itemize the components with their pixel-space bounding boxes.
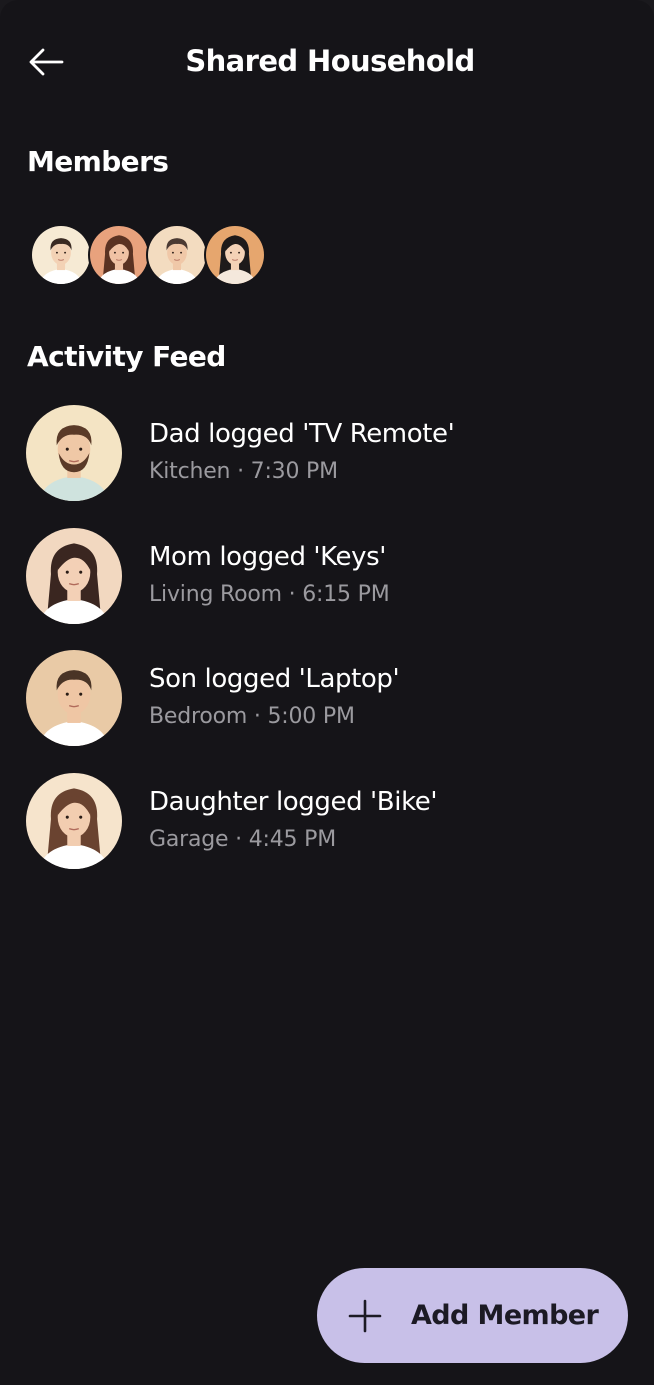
feed-item[interactable]: Mom logged 'Keys' Living Room · 6:15 PM — [26, 527, 626, 624]
members-avatars — [30, 224, 266, 288]
avatar — [26, 405, 122, 501]
header: Shared Household — [0, 0, 654, 130]
feed-item-subtitle: Kitchen · 7:30 PM — [149, 459, 338, 484]
member-avatar-4[interactable] — [204, 224, 266, 286]
member-avatar-2[interactable] — [88, 224, 150, 286]
activity-feed: Dad logged 'TV Remote' Kitchen · 7:30 PM M… — [26, 405, 626, 896]
feed-item-title: Son logged 'Laptop' — [149, 664, 400, 695]
app-screen: Shared Household Members Activity Feed D… — [0, 0, 654, 1385]
feed-item[interactable]: Son logged 'Laptop' Bedroom · 5:00 PM — [26, 650, 626, 747]
feed-item-title: Dad logged 'TV Remote' — [149, 419, 455, 449]
feed-item-subtitle: Bedroom · 5:00 PM — [149, 704, 355, 730]
add-member-button[interactable]: Add Member — [317, 1268, 628, 1363]
page-title: Shared Household — [185, 44, 475, 78]
feed-item-text: Dad logged 'TV Remote' Kitchen · 7:30 PM — [149, 419, 455, 484]
feed-item-text: Daughter logged 'Bike' Garage · 4:45 PM — [149, 787, 438, 853]
members-heading: Members — [27, 145, 169, 178]
avatar — [26, 650, 122, 747]
feed-item-subtitle: Garage · 4:45 PM — [149, 827, 336, 853]
member-avatar-1[interactable] — [30, 224, 92, 286]
feed-item[interactable]: Dad logged 'TV Remote' Kitchen · 7:30 PM — [26, 405, 626, 501]
feed-item-title: Mom logged 'Keys' — [149, 541, 387, 572]
feed-item[interactable]: Daughter logged 'Bike' Garage · 4:45 PM — [26, 773, 626, 870]
avatar — [26, 773, 122, 870]
add-member-label: Add Member — [411, 1300, 599, 1331]
feed-item-title: Daughter logged 'Bike' — [149, 787, 438, 818]
feed-item-subtitle: Living Room · 6:15 PM — [149, 581, 390, 607]
feed-item-text: Mom logged 'Keys' Living Room · 6:15 PM — [149, 541, 390, 607]
member-avatar-3[interactable] — [146, 224, 208, 286]
feed-item-text: Son logged 'Laptop' Bedroom · 5:00 PM — [149, 664, 400, 730]
avatar — [26, 527, 122, 624]
plus-icon — [347, 1298, 383, 1334]
activity-feed-heading: Activity Feed — [27, 340, 226, 373]
